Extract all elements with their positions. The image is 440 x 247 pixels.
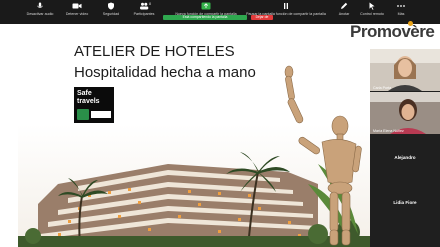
participant-name: Lidia Fiore [393, 199, 417, 205]
more-label: Más [397, 12, 405, 16]
stop-share-label: Dejar de [255, 14, 269, 19]
sharing-indicator: Está compartiendo la pantalla [163, 14, 247, 20]
microphone-icon [35, 2, 45, 10]
pause-icon [281, 2, 291, 10]
annotate-label: Anotar [338, 12, 350, 16]
remote-control-button[interactable]: Control remoto [354, 2, 390, 16]
participant-video [370, 92, 440, 134]
participant-tile[interactable]: María Elena Núñez [370, 92, 440, 134]
security-label: Seguridad [102, 12, 120, 16]
wttc-badge [77, 109, 89, 120]
shield-icon [106, 2, 116, 10]
new-share-button[interactable]: Nueva función de compartir la pantalla [175, 2, 237, 16]
participant-name: Carla Porta [373, 86, 392, 90]
video-camera-icon [72, 2, 82, 10]
meeting-toolbar: Desactivar audio Detener video Seguridad… [0, 0, 440, 24]
wooden-mannequin [284, 65, 362, 246]
participants-icon [139, 2, 149, 10]
stop-video-button[interactable]: Detener video [59, 2, 95, 16]
share-screen-icon [201, 2, 211, 10]
participant-tile[interactable]: Lidia Fiore [370, 180, 440, 224]
security-button[interactable]: Seguridad [93, 2, 129, 16]
safe-travels-logo: Safe travels [74, 87, 114, 123]
participants-count: 8 [149, 2, 151, 6]
pause-share-button[interactable]: Pausar la pantalla función de compartir … [246, 2, 326, 16]
participants-button[interactable]: Participantes [126, 2, 162, 16]
mute-audio-button[interactable]: Desactivar audio [22, 2, 58, 16]
mute-audio-label: Desactivar audio [26, 12, 54, 16]
participant-name: Alejandro [394, 154, 416, 160]
safe-travels-line1: Safe [77, 90, 92, 97]
safe-travels-stamp [91, 111, 111, 118]
annotate-pen-icon [339, 2, 349, 10]
participant-tile[interactable]: Carla Porta [370, 49, 440, 91]
stop-share-button[interactable]: Dejar de [251, 14, 273, 20]
slide-title: ATELIER DE HOTELES [74, 43, 235, 60]
safe-travels-line2: travels [77, 98, 100, 105]
participant-video [370, 49, 440, 91]
participant-name: María Elena Núñez [373, 129, 404, 133]
brand-logo: Promovère [350, 22, 435, 41]
more-icon [396, 2, 406, 10]
brand-logo-dot [408, 21, 413, 26]
screen-share-window: Desactivar audio Detener video Seguridad… [0, 0, 440, 247]
participants-gallery: Carla Porta María Elena Núñez Alejandro … [370, 49, 440, 247]
participant-tile[interactable]: Alejandro [370, 135, 440, 179]
remote-control-icon [367, 2, 377, 10]
participants-label: Participantes [133, 12, 155, 16]
slide-subtitle: Hospitalidad hecha a mano [74, 64, 256, 81]
stop-video-label: Detener video [65, 12, 89, 16]
remote-control-label: Control remoto [360, 12, 384, 16]
more-button[interactable]: Más [386, 2, 416, 16]
